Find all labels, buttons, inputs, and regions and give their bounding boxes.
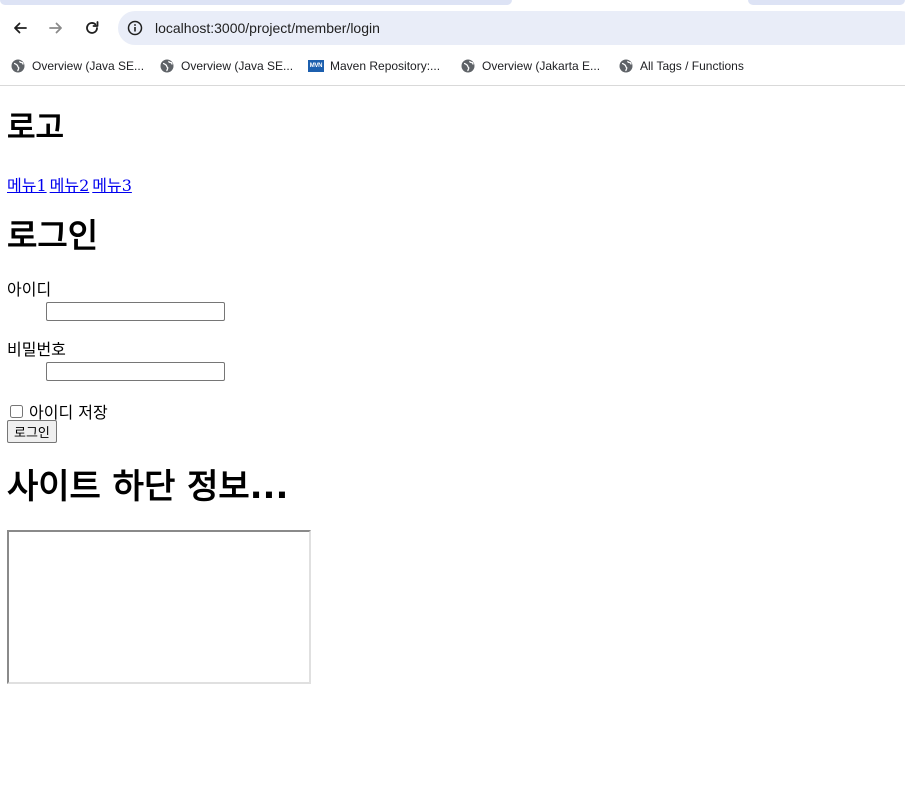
login-heading: 로그인 xyxy=(7,216,99,255)
password-label: 비밀번호 xyxy=(7,340,66,359)
active-tab-edge[interactable] xyxy=(0,0,512,5)
id-input[interactable] xyxy=(46,302,225,321)
globe-icon xyxy=(619,59,633,73)
login-button[interactable]: 로그인 xyxy=(7,420,57,443)
reload-button[interactable] xyxy=(78,14,106,42)
bookmark-item[interactable]: All Tags / Functions xyxy=(619,57,744,75)
globe-icon xyxy=(461,59,475,73)
bookmark-item[interactable]: Overview (Java SE... xyxy=(11,57,144,75)
menu-link-1[interactable]: 메뉴1 xyxy=(7,176,47,195)
globe-icon xyxy=(11,59,25,73)
forward-arrow-icon xyxy=(49,22,62,34)
embedded-frame[interactable] xyxy=(7,530,311,684)
globe-icon xyxy=(160,59,174,73)
address-bar[interactable]: localhost:3000/project/member/login xyxy=(118,11,905,45)
bookmark-label: Overview (Jakarta E... xyxy=(482,59,601,73)
password-input[interactable] xyxy=(46,362,225,381)
id-label: 아이디 xyxy=(7,280,52,299)
menu-link-2[interactable]: 메뉴2 xyxy=(50,176,90,195)
site-logo: 로고 xyxy=(7,110,65,146)
bookmark-label: All Tags / Functions xyxy=(640,59,744,73)
back-arrow-icon xyxy=(14,22,27,34)
footer-heading: 사이트 하단 정보... xyxy=(7,467,289,507)
bookmark-item[interactable]: MVN Maven Repository:... xyxy=(308,57,440,75)
bookmark-label: Maven Repository:... xyxy=(330,59,441,73)
bookmarks-bar: Overview (Java SE... Overview (Java SE..… xyxy=(0,50,905,86)
forward-button[interactable] xyxy=(42,14,70,42)
reload-icon xyxy=(86,21,99,34)
bookmark-item[interactable]: Overview (Jakarta E... xyxy=(461,57,600,75)
site-info-icon[interactable] xyxy=(127,20,143,36)
inactive-tab-edge[interactable] xyxy=(748,0,905,5)
save-id-checkbox[interactable] xyxy=(10,404,23,418)
back-button[interactable] xyxy=(6,14,34,42)
url-text[interactable]: localhost:3000/project/member/login xyxy=(155,20,380,36)
main-menu: 메뉴1 메뉴2 메뉴3 xyxy=(7,172,135,196)
bookmark-item[interactable]: Overview (Java SE... xyxy=(160,57,293,75)
bookmark-label: Overview (Java SE... xyxy=(32,59,145,73)
bookmark-label: Overview (Java SE... xyxy=(181,59,294,73)
browser-toolbar: localhost:3000/project/member/login xyxy=(0,6,905,50)
menu-link-3[interactable]: 메뉴3 xyxy=(92,176,132,195)
maven-icon: MVN xyxy=(308,60,324,72)
